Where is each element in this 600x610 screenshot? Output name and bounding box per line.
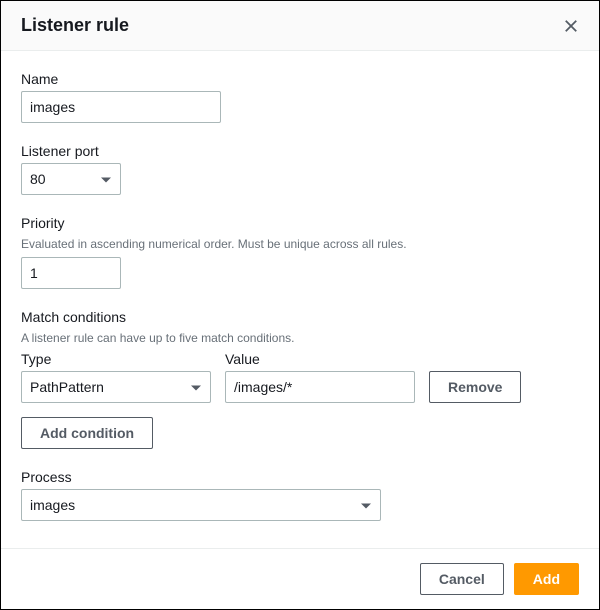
listener-port-select[interactable]: 80 — [21, 163, 121, 195]
add-button[interactable]: Add — [514, 563, 579, 595]
modal-body: Name Listener port 80 Priority Evaluated… — [1, 51, 599, 548]
modal-title: Listener rule — [21, 15, 129, 36]
condition-type-col: Type PathPattern — [21, 351, 211, 403]
listener-port-group: Listener port 80 — [21, 143, 579, 195]
add-condition-row: Add condition — [21, 417, 579, 449]
name-label: Name — [21, 71, 579, 87]
listener-rule-modal: Listener rule Name Listener port 80 Prio… — [0, 0, 600, 610]
condition-value-input[interactable] — [225, 371, 415, 403]
priority-input[interactable] — [21, 257, 121, 289]
process-select[interactable]: images — [21, 489, 381, 521]
cancel-button[interactable]: Cancel — [420, 563, 504, 595]
modal-footer: Cancel Add — [1, 548, 599, 609]
condition-value-col: Value — [225, 351, 415, 403]
condition-type-select[interactable]: PathPattern — [21, 371, 211, 403]
close-icon[interactable] — [563, 18, 579, 34]
modal-header: Listener rule — [1, 1, 599, 51]
priority-hint: Evaluated in ascending numerical order. … — [21, 237, 579, 251]
condition-row: Type PathPattern Value Remove — [21, 351, 579, 403]
match-conditions-hint: A listener rule can have up to five matc… — [21, 331, 579, 345]
process-group: Process images — [21, 469, 579, 521]
condition-type-label: Type — [21, 351, 211, 367]
match-conditions-group: Match conditions A listener rule can hav… — [21, 309, 579, 449]
condition-value-label: Value — [225, 351, 415, 367]
listener-port-label: Listener port — [21, 143, 579, 159]
add-condition-button[interactable]: Add condition — [21, 417, 153, 449]
priority-label: Priority — [21, 215, 579, 231]
priority-group: Priority Evaluated in ascending numerica… — [21, 215, 579, 289]
name-input[interactable] — [21, 91, 221, 123]
name-group: Name — [21, 71, 579, 123]
remove-condition-button[interactable]: Remove — [429, 371, 521, 403]
match-conditions-label: Match conditions — [21, 309, 579, 325]
process-label: Process — [21, 469, 579, 485]
